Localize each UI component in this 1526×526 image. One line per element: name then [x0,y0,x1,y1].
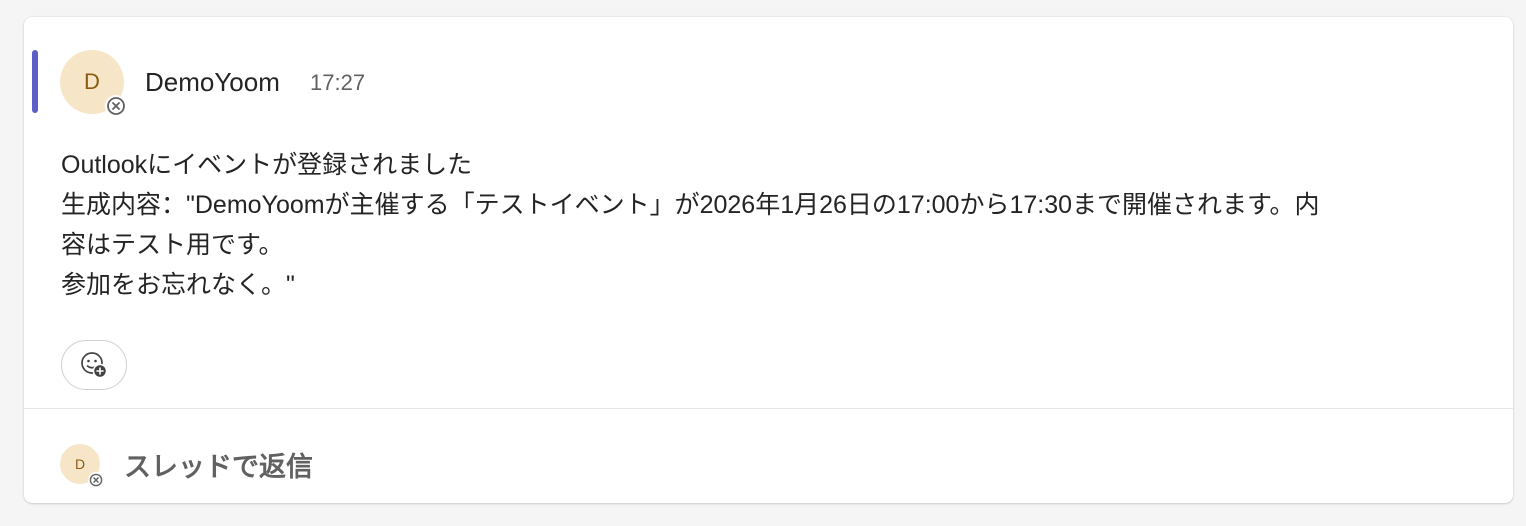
add-reaction-button[interactable] [61,340,127,390]
mention-accent-bar [32,50,38,113]
presence-offline-icon [105,95,127,117]
message-line: Outlookにイベントが登録されました [61,151,473,179]
message-line: 容はテスト用です。 [61,231,284,259]
message-line: 生成内容："DemoYoomが主催する「テストイベント」が2026年1月26日の… [61,191,1320,219]
message-line: 参加をお忘れなく。" [61,271,295,299]
reply-in-thread-label: スレッドで返信 [124,451,313,482]
presence-offline-icon [88,472,104,488]
author-initial: D [84,69,100,94]
message-timestamp: 17:27 [310,70,366,95]
message-card: D DemoYoom 17:27 Outlookにイベントが登録されました 生成… [24,17,1513,503]
reply-avatar: D [60,444,104,488]
reply-in-thread-button[interactable]: D スレッドで返信 [60,443,313,488]
author-avatar[interactable]: D [60,50,127,117]
add-reaction-icon [81,352,108,379]
message-body: Outlookにイベントが登録されました 生成内容："DemoYoomが主催する… [61,145,1491,305]
author-name[interactable]: DemoYoom [145,66,280,98]
thread-divider [24,408,1513,409]
reply-avatar-initial: D [74,456,86,472]
